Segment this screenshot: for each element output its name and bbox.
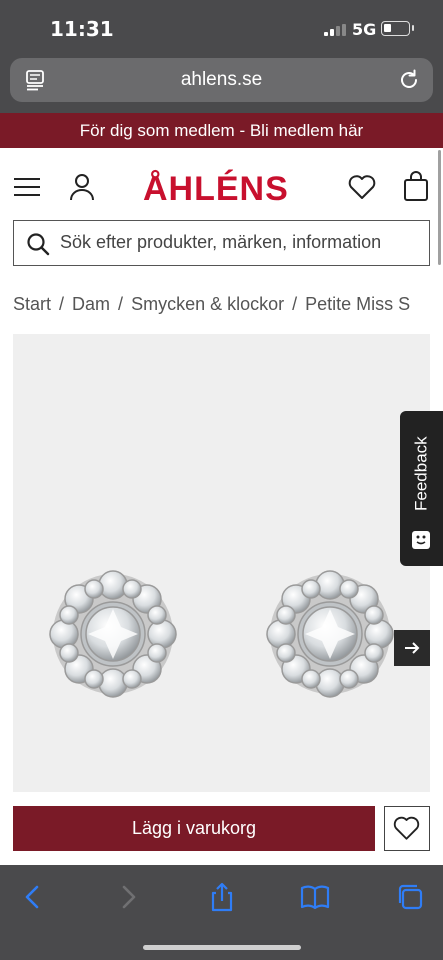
- tabs-icon[interactable]: [395, 882, 425, 912]
- add-to-wishlist-button[interactable]: [384, 806, 430, 851]
- status-time: 11:31: [50, 17, 114, 41]
- add-to-cart-button[interactable]: Lägg i varukorg: [13, 806, 375, 851]
- feedback-label: Feedback: [411, 436, 431, 511]
- browser-toolbar: [0, 865, 443, 960]
- product-image-gallery[interactable]: [13, 334, 430, 792]
- membership-promo-banner[interactable]: För dig som medlem - Bli medlem här: [0, 113, 443, 148]
- wishlist-heart-icon[interactable]: [347, 172, 377, 202]
- home-indicator: [143, 945, 301, 950]
- site-logo[interactable]: ÅHLÉNS: [143, 170, 289, 209]
- breadcrumb: Start / Dam / Smycken & klockor / Petite Miss …: [13, 294, 410, 315]
- account-icon[interactable]: [68, 172, 96, 202]
- breadcrumb-separator: /: [118, 294, 124, 314]
- web-page: ÅHLÉNS Start / Dam / Smycken & klockor / Petit…: [0, 148, 443, 865]
- earring-image-right: [266, 570, 394, 698]
- shopping-bag-icon[interactable]: [402, 170, 430, 202]
- breadcrumb-item-jewelry[interactable]: Smycken & klockor: [131, 294, 284, 314]
- breadcrumb-item-dam[interactable]: Dam: [72, 294, 110, 314]
- feedback-smiley-icon: [412, 531, 430, 549]
- breadcrumb-separator: /: [59, 294, 65, 314]
- url-text[interactable]: ahlens.se: [10, 69, 433, 91]
- network-type: 5G: [352, 20, 377, 39]
- feedback-tab[interactable]: Feedback: [400, 411, 443, 566]
- signal-icon: [324, 24, 346, 36]
- status-bar: 11:31 5G: [0, 0, 443, 56]
- menu-icon[interactable]: [14, 176, 40, 198]
- forward-icon[interactable]: [113, 882, 143, 912]
- search-box[interactable]: [13, 220, 430, 266]
- next-image-button[interactable]: [394, 630, 430, 666]
- search-input[interactable]: [60, 221, 424, 264]
- reload-icon[interactable]: [397, 68, 421, 92]
- breadcrumb-separator: /: [292, 294, 298, 314]
- bookmarks-icon[interactable]: [300, 882, 330, 912]
- battery-icon: [381, 21, 414, 36]
- search-icon: [27, 233, 50, 256]
- url-bar[interactable]: ahlens.se: [10, 58, 433, 102]
- breadcrumb-item-product[interactable]: Petite Miss S: [305, 294, 410, 314]
- breadcrumb-item-start[interactable]: Start: [13, 294, 51, 314]
- arrow-right-icon: [405, 642, 420, 654]
- share-icon[interactable]: [207, 882, 237, 912]
- heart-icon: [393, 816, 420, 840]
- earring-image-left: [49, 570, 177, 698]
- site-header: ÅHLÉNS: [0, 166, 443, 210]
- back-icon[interactable]: [18, 882, 48, 912]
